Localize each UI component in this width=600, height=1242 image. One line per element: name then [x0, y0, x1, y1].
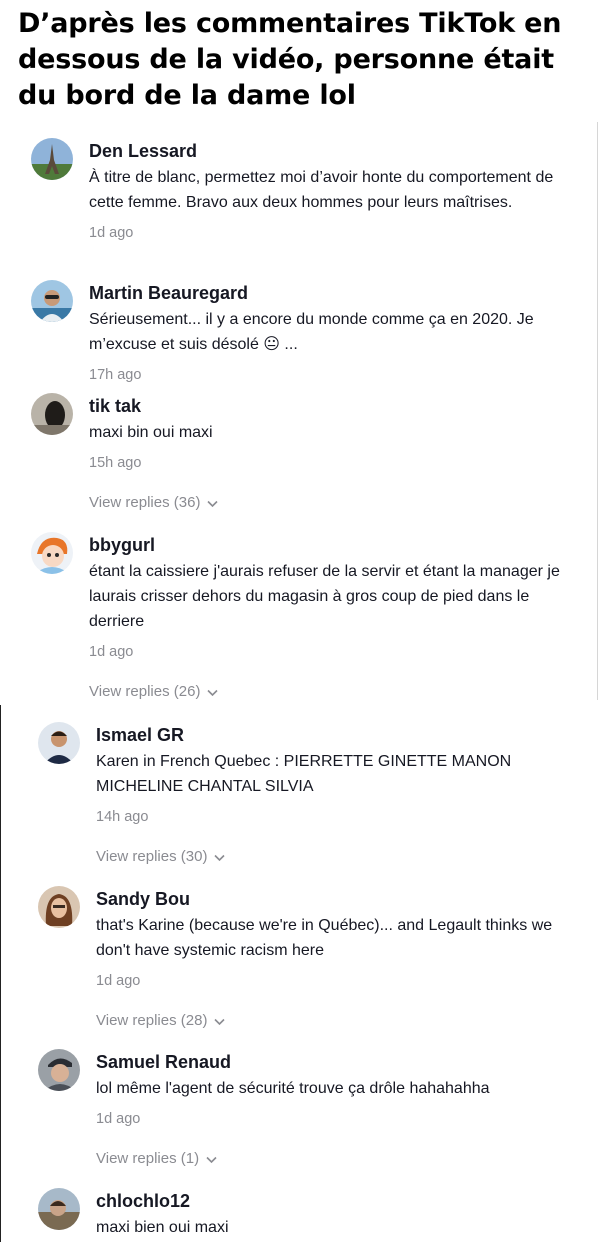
view-replies-button[interactable]: View replies (30) — [96, 847, 226, 867]
comment-text: that's Karine (because we're in Québec).… — [96, 917, 553, 959]
comment-username[interactable]: Samuel Renaud — [96, 1049, 586, 1075]
comment-timestamp: 1d ago — [96, 1111, 141, 1127]
view-replies-button[interactable]: View replies (26) — [89, 682, 219, 702]
view-replies-button[interactable]: View replies (36) — [89, 493, 219, 513]
comment-timestamp: 14h ago — [96, 809, 149, 825]
comment-timestamp: 17h ago — [89, 367, 142, 383]
comment-text: maxi bien oui maxi — [96, 1219, 229, 1236]
comment-username[interactable]: Sandy Bou — [96, 886, 586, 912]
comment-username[interactable]: tik tak — [89, 393, 579, 419]
chevron-down-icon — [206, 1156, 217, 1163]
chevron-down-icon — [214, 854, 226, 861]
view-replies-label: View replies (1) — [96, 1150, 200, 1167]
comment-timestamp: 1d ago — [89, 225, 134, 241]
woman-portrait-avatar[interactable] — [38, 886, 80, 928]
comment-timestamp: 1d ago — [89, 644, 134, 660]
man-sunglasses-avatar[interactable] — [31, 280, 73, 322]
comment-username[interactable]: bbygurl — [89, 532, 579, 558]
view-replies-button[interactable]: View replies (1) — [96, 1149, 218, 1169]
chevron-down-icon — [207, 500, 219, 507]
chevron-down-icon — [207, 689, 219, 696]
view-replies-label: View replies (36) — [89, 494, 201, 511]
comment-username[interactable]: Martin Beauregard — [89, 280, 579, 306]
comment-text: étant la caissiere j'aurais refuser de l… — [89, 563, 560, 630]
eiffel-tower-avatar[interactable] — [31, 138, 73, 180]
view-replies-label: View replies (28) — [96, 1012, 208, 1029]
comment-timestamp: 1d ago — [96, 973, 141, 989]
comment-screenshot: D’après les commentaires TikTok en desso… — [0, 0, 600, 1242]
cartoon-girl-avatar[interactable] — [31, 532, 73, 574]
dark-photo-avatar[interactable] — [31, 393, 73, 435]
comment-text: Sérieusement... il y a encore du monde c… — [89, 311, 534, 353]
outdoor-photo-avatar[interactable] — [38, 1188, 80, 1230]
view-replies-label: View replies (26) — [89, 683, 201, 700]
comment-text: Karen in French Quebec : PIERRETTE GINET… — [96, 753, 512, 795]
comment-username[interactable]: Ismael GR — [96, 722, 586, 748]
comment-text: À titre de blanc, permettez moi d’avoir … — [89, 169, 554, 211]
divider-right — [597, 122, 598, 700]
comment-username[interactable]: Den Lessard — [89, 138, 579, 164]
view-replies-label: View replies (30) — [96, 848, 208, 865]
view-replies-button[interactable]: View replies (28) — [96, 1011, 226, 1031]
comment-text: lol même l'agent de sécurité trouve ça d… — [96, 1080, 490, 1097]
man-portrait-avatar[interactable] — [38, 722, 80, 764]
man-cap-avatar[interactable] — [38, 1049, 80, 1091]
divider-left — [0, 705, 1, 1242]
comment-timestamp: 15h ago — [89, 455, 142, 471]
comment-text: maxi bin oui maxi — [89, 424, 213, 441]
chevron-down-icon — [214, 1018, 226, 1025]
comment-username[interactable]: chlochlo12 — [96, 1188, 586, 1214]
caption-title: D’après les commentaires TikTok en desso… — [18, 8, 562, 111]
